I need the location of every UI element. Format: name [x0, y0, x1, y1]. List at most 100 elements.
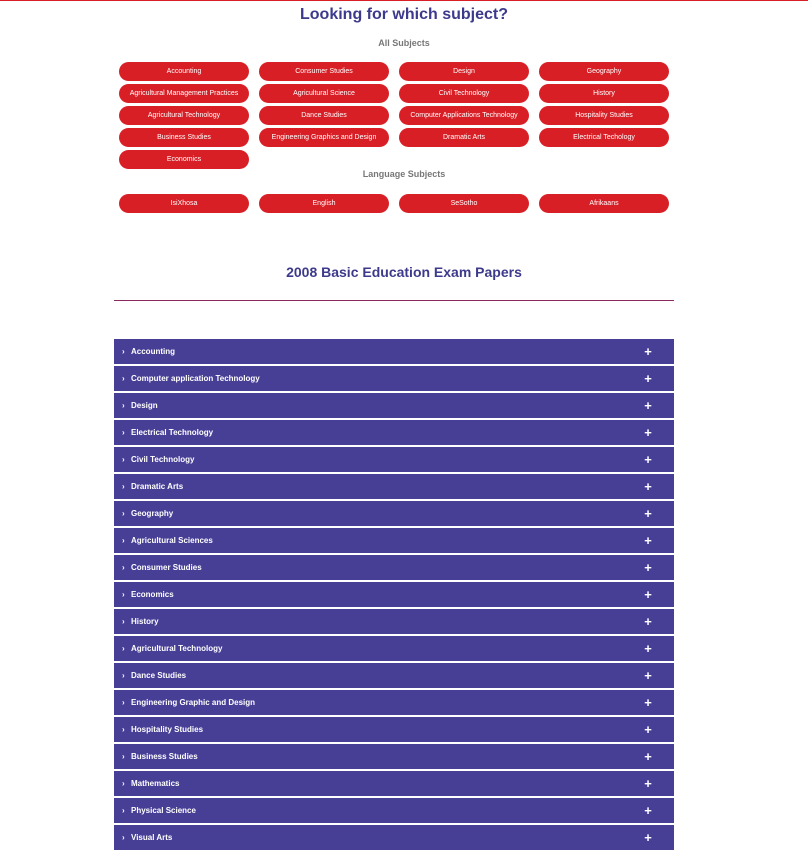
accordion-item-label: Mathematics — [131, 779, 180, 788]
accordion-item-label: Geography — [131, 509, 174, 518]
accordion-item[interactable]: › Physical Science + — [114, 798, 674, 825]
plus-icon[interactable]: + — [641, 830, 655, 845]
subject-button[interactable]: Geography — [539, 62, 669, 81]
plus-icon[interactable]: + — [641, 722, 655, 737]
accordion-item[interactable]: › Agricultural Sciences + — [114, 528, 674, 555]
subject-button[interactable]: Agricultural Science — [259, 84, 389, 103]
plus-icon[interactable]: + — [641, 533, 655, 548]
chevron-right-icon: › — [122, 590, 125, 599]
accordion-item[interactable]: › Dance Studies + — [114, 663, 674, 690]
subject-button[interactable]: Computer Applications Technology — [399, 106, 529, 125]
accordion-item[interactable]: › Agricultural Technology + — [114, 636, 674, 663]
accordion-item[interactable]: › Visual Arts + — [114, 825, 674, 852]
plus-icon[interactable]: + — [641, 479, 655, 494]
plus-icon[interactable]: + — [641, 614, 655, 629]
language-subjects-label: Language Subjects — [362, 169, 446, 179]
accordion-item[interactable]: › Dramatic Arts + — [114, 474, 674, 501]
subject-button[interactable]: History — [539, 84, 669, 103]
accordion-item[interactable]: › Mathematics + — [114, 771, 674, 798]
plus-icon[interactable]: + — [641, 560, 655, 575]
exam-papers-accordion: › Accounting + › Computer application Techno… — [114, 339, 674, 852]
accordion-item[interactable]: › Geography + — [114, 501, 674, 528]
accordion-item-label: Consumer Studies — [131, 563, 202, 572]
language-subject-button[interactable]: IsiXhosa — [119, 194, 249, 213]
chevron-right-icon: › — [122, 428, 125, 437]
chevron-right-icon: › — [122, 671, 125, 680]
plus-icon[interactable]: + — [641, 344, 655, 359]
chevron-right-icon: › — [122, 725, 125, 734]
chevron-right-icon: › — [122, 455, 125, 464]
chevron-right-icon: › — [122, 698, 125, 707]
chevron-right-icon: › — [122, 482, 125, 491]
subject-button[interactable]: Electrical Techology — [539, 128, 669, 147]
accordion-item-label: Computer application Technology — [131, 374, 260, 383]
plus-icon[interactable]: + — [641, 695, 655, 710]
subject-button[interactable]: Agricultural Management Practices — [119, 84, 249, 103]
plus-icon[interactable]: + — [641, 371, 655, 386]
accordion-item[interactable]: › Computer application Technology + — [114, 366, 674, 393]
accordion-item-label: Economics — [131, 590, 174, 599]
accordion-item-label: Accounting — [131, 347, 175, 356]
top-divider — [0, 0, 808, 1]
accordion-item[interactable]: › Electrical Technology + — [114, 420, 674, 447]
chevron-right-icon: › — [122, 536, 125, 545]
accordion-item[interactable]: › Economics + — [114, 582, 674, 609]
accordion-item[interactable]: › History + — [114, 609, 674, 636]
subject-button[interactable]: Dance Studies — [259, 106, 389, 125]
accordion-item[interactable]: › Hospitality Studies + — [114, 717, 674, 744]
plus-icon[interactable]: + — [641, 641, 655, 656]
plus-icon[interactable]: + — [641, 452, 655, 467]
accordion-item[interactable]: › Consumer Studies + — [114, 555, 674, 582]
plus-icon[interactable]: + — [641, 749, 655, 764]
chevron-right-icon: › — [122, 401, 125, 410]
language-subject-button[interactable]: SeSotho — [399, 194, 529, 213]
accordion-item-label: Dramatic Arts — [131, 482, 184, 491]
chevron-right-icon: › — [122, 374, 125, 383]
language-subjects-grid: IsiXhosa English SeSotho Afrikaans — [119, 194, 669, 213]
accordion-item-label: Agricultural Sciences — [131, 536, 213, 545]
accordion-item-label: Electrical Technology — [131, 428, 214, 437]
language-subject-button[interactable]: Afrikaans — [539, 194, 669, 213]
accordion-item-label: Agricultural Technology — [131, 644, 223, 653]
all-subjects-grid: Accounting Consumer Studies Design Geogr… — [119, 62, 669, 169]
chevron-right-icon: › — [122, 563, 125, 572]
subject-button[interactable]: Civil Technology — [399, 84, 529, 103]
accordion-item-label: Visual Arts — [131, 833, 173, 842]
plus-icon[interactable]: + — [641, 425, 655, 440]
all-subjects-label: All Subjects — [378, 38, 430, 48]
plus-icon[interactable]: + — [641, 398, 655, 413]
accordion-item-label: Civil Technology — [131, 455, 195, 464]
subject-button[interactable]: Accounting — [119, 62, 249, 81]
plus-icon[interactable]: + — [641, 587, 655, 602]
chevron-right-icon: › — [122, 509, 125, 518]
subject-button[interactable]: Dramatic Arts — [399, 128, 529, 147]
accordion-item[interactable]: › Business Studies + — [114, 744, 674, 771]
accordion-item[interactable]: › Accounting + — [114, 339, 674, 366]
subject-button[interactable]: Design — [399, 62, 529, 81]
accordion-item-label: Hospitality Studies — [131, 725, 204, 734]
subject-finder-heading: Looking for which subject? — [300, 6, 508, 23]
accordion-item[interactable]: › Design + — [114, 393, 674, 420]
section-title: 2008 Basic Education Exam Papers — [286, 264, 522, 280]
subject-button[interactable]: Consumer Studies — [259, 62, 389, 81]
chevron-right-icon: › — [122, 617, 125, 626]
section-divider — [114, 300, 674, 301]
accordion-item-label: Design — [131, 401, 158, 410]
chevron-right-icon: › — [122, 347, 125, 356]
chevron-right-icon: › — [122, 806, 125, 815]
accordion-item-label: Business Studies — [131, 752, 198, 761]
chevron-right-icon: › — [122, 644, 125, 653]
subject-button[interactable]: Hospitality Studies — [539, 106, 669, 125]
subject-button[interactable]: Business Studies — [119, 128, 249, 147]
plus-icon[interactable]: + — [641, 668, 655, 683]
language-subject-button[interactable]: English — [259, 194, 389, 213]
accordion-item[interactable]: › Civil Technology + — [114, 447, 674, 474]
plus-icon[interactable]: + — [641, 776, 655, 791]
plus-icon[interactable]: + — [641, 506, 655, 521]
plus-icon[interactable]: + — [641, 803, 655, 818]
subject-button[interactable]: Agricultural Technology — [119, 106, 249, 125]
accordion-item[interactable]: › Engineering Graphic and Design + — [114, 690, 674, 717]
subject-button[interactable]: Engineering Graphics and Design — [259, 128, 389, 147]
subject-button[interactable]: Economics — [119, 150, 249, 169]
accordion-item-label: Engineering Graphic and Design — [131, 698, 256, 707]
